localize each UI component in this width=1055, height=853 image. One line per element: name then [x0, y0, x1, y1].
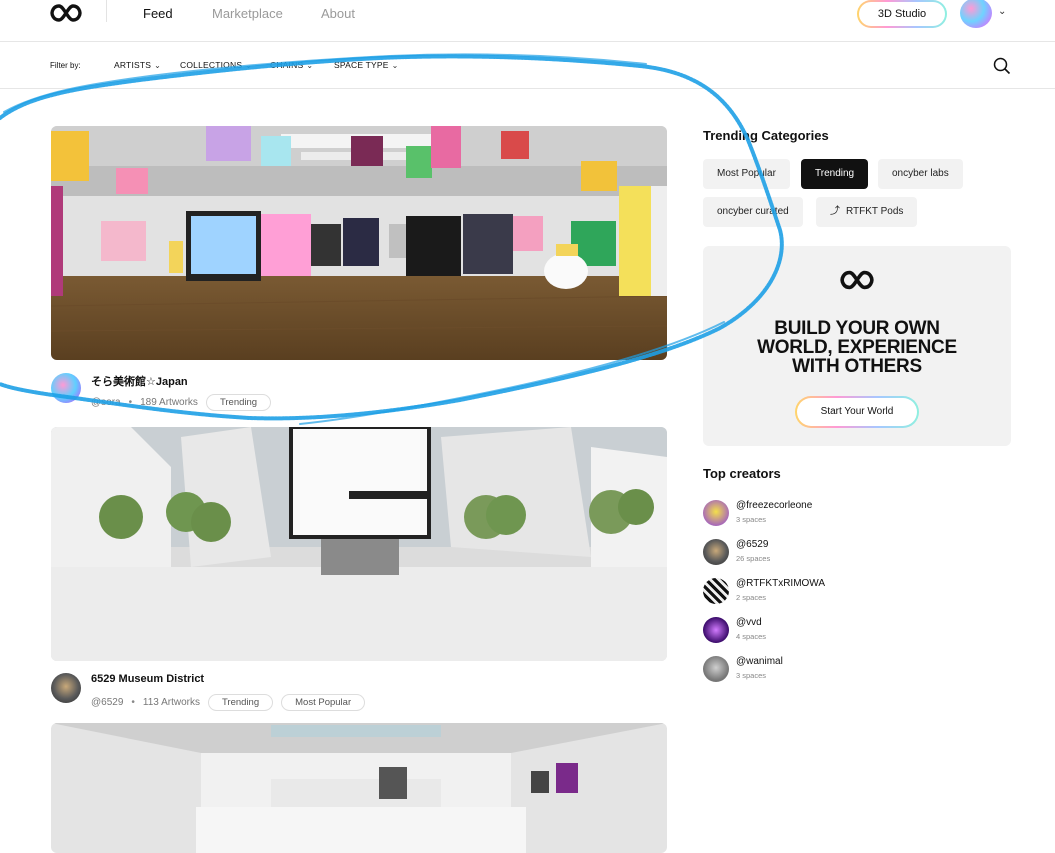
separator-dot: •: [131, 697, 135, 708]
3d-studio-button[interactable]: 3D Studio: [857, 0, 947, 28]
space-title[interactable]: そら美術館☆Japan: [91, 373, 188, 389]
filter-label: Filter by:: [50, 61, 81, 70]
promo-headline: BUILD YOUR OWN WORLD, EXPERIENCE WITH OT…: [703, 319, 1011, 376]
museum-district-image: [51, 427, 667, 661]
white-gallery-image: [51, 723, 667, 853]
nav-divider: [106, 0, 107, 22]
filter-artists[interactable]: ARTISTS ⌄: [114, 60, 161, 70]
creator-space-count: 4 spaces: [736, 632, 767, 641]
filter-chains[interactable]: CHAINS ⌄: [270, 60, 313, 70]
filter-space-type[interactable]: SPACE TYPE ⌄: [334, 60, 399, 70]
category-chip-label: RTFKT Pods: [846, 206, 904, 217]
start-your-world-button[interactable]: Start Your World: [795, 396, 919, 428]
creator-avatar: [703, 578, 729, 604]
space-title[interactable]: 6529 Museum District: [91, 673, 204, 685]
category-chip[interactable]: Most Popular: [703, 159, 790, 189]
creator-avatar[interactable]: [51, 373, 81, 403]
nav-marketplace-link[interactable]: Marketplace: [212, 6, 283, 21]
rtfkt-icon: ⤴: [830, 206, 840, 217]
nav-feed-link[interactable]: Feed: [143, 6, 173, 21]
creator-name: @RTFKTxRIMOWA: [736, 578, 826, 589]
chevron-down-icon: ⌄: [306, 61, 314, 70]
artwork-count: 189 Artworks: [140, 397, 198, 408]
chevron-down-icon: ⌄: [391, 61, 399, 70]
creator-name: @wanimal: [736, 656, 783, 667]
category-chip[interactable]: oncyber curated: [703, 197, 803, 227]
category-chip-active[interactable]: Trending: [801, 159, 869, 189]
tag-badge[interactable]: Most Popular: [281, 694, 366, 711]
promo-line: BUILD YOUR OWN: [774, 318, 940, 339]
filter-chains-label: CHAINS: [270, 60, 304, 70]
chevron-down-icon: ⌄: [245, 61, 253, 70]
chevron-down-icon[interactable]: ⌄: [998, 6, 1006, 17]
creator-avatar[interactable]: [51, 673, 81, 703]
creator-space-count: 2 spaces: [736, 593, 767, 602]
filter-bar: Filter by: ARTISTS ⌄ COLLECTIONS ⌄ CHAINS ⌄…: [0, 43, 1055, 89]
user-avatar[interactable]: [960, 0, 992, 28]
creator-row[interactable]: @6529 26 spaces: [703, 539, 1003, 567]
search-icon[interactable]: [993, 57, 1011, 75]
creator-name: @6529: [736, 539, 769, 550]
creator-avatar: [703, 656, 729, 682]
creator-avatar: [703, 500, 729, 526]
space-thumbnail[interactable]: [51, 126, 667, 360]
filter-space-type-label: SPACE TYPE: [334, 60, 389, 70]
creator-row[interactable]: @freezecorleone 3 spaces: [703, 500, 1003, 528]
creator-row[interactable]: @RTFKTxRIMOWA 2 spaces: [703, 578, 1003, 606]
build-world-promo: BUILD YOUR OWN WORLD, EXPERIENCE WITH OT…: [703, 246, 1011, 446]
creator-space-count: 3 spaces: [736, 671, 767, 680]
oncyber-logo-icon: [840, 270, 874, 290]
filter-artists-label: ARTISTS: [114, 60, 152, 70]
promo-line: WORLD, EXPERIENCE: [757, 337, 957, 358]
creator-avatar: [703, 539, 729, 565]
creator-space-count: 26 spaces: [736, 554, 771, 563]
gallery-scene-image: [51, 126, 667, 360]
chevron-down-icon: ⌄: [154, 61, 162, 70]
creator-name: @vvd: [736, 617, 762, 628]
space-subline: @sora • 189 Artworks Trending: [91, 394, 272, 411]
tag-badge[interactable]: Trending: [207, 694, 274, 711]
filter-collections[interactable]: COLLECTIONS ⌄: [180, 60, 252, 70]
creator-row[interactable]: @vvd 4 spaces: [703, 617, 1003, 645]
top-creators-title: Top creators: [703, 466, 781, 481]
separator-dot: •: [128, 397, 133, 408]
filter-collections-label: COLLECTIONS: [180, 60, 243, 70]
creator-avatar: [703, 617, 729, 643]
space-thumbnail[interactable]: [51, 427, 667, 661]
top-navigation: Feed Marketplace About 3D Studio ⌄: [0, 0, 1055, 42]
oncyber-logo-icon[interactable]: [50, 4, 82, 22]
artwork-count: 113 Artworks: [142, 697, 200, 708]
creator-row[interactable]: @wanimal 3 spaces: [703, 656, 1003, 684]
category-chip[interactable]: oncyber labs: [878, 159, 963, 189]
creator-handle[interactable]: @6529: [91, 697, 123, 708]
trending-categories-title: Trending Categories: [703, 128, 829, 143]
tag-badge[interactable]: Trending: [205, 394, 272, 411]
category-chip-rtfkt[interactable]: ⤴ RTFKT Pods: [816, 197, 918, 227]
creator-space-count: 3 spaces: [736, 515, 767, 524]
nav-about-link[interactable]: About: [321, 6, 355, 21]
creator-name: @freezecorleone: [736, 500, 813, 511]
creator-handle[interactable]: @sora: [91, 397, 121, 408]
space-subline: @6529 • 113 Artworks Trending Most Popul…: [91, 694, 366, 711]
space-thumbnail[interactable]: [51, 723, 667, 853]
promo-line: WITH OTHERS: [792, 356, 922, 377]
